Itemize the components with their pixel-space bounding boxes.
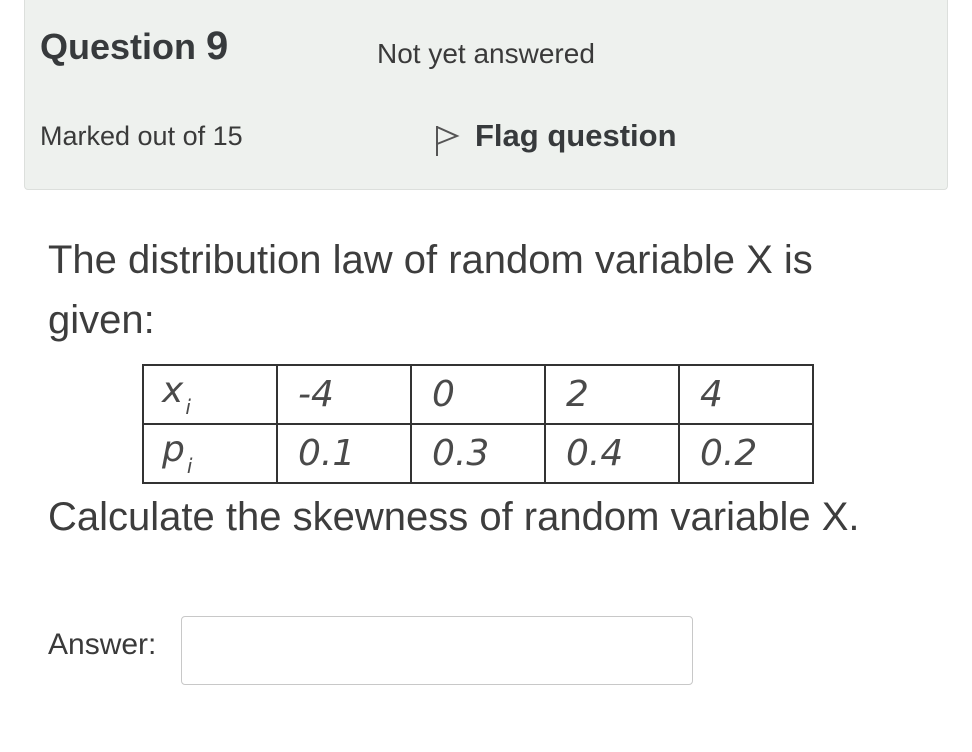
question-prompt: Calculate the skewness of random variabl… [48, 495, 860, 539]
x-value-cell: 4 [678, 364, 814, 425]
answer-label: Answer: [48, 628, 157, 661]
distribution-table: xi -4 0 2 4 pi 0.1 0.3 0.4 0.2 [142, 364, 814, 484]
answer-input[interactable] [181, 616, 693, 685]
flag-icon [436, 126, 460, 156]
flag-question-link[interactable]: Flag question [433, 114, 677, 158]
x-value-cell: 2 [544, 364, 680, 425]
question-number: 9 [206, 24, 229, 68]
x-symbol: x [162, 370, 184, 411]
answer-state: Not yet answered [377, 38, 595, 69]
p-symbol: p [162, 429, 185, 470]
p-row: pi 0.1 0.3 0.4 0.2 [142, 423, 814, 484]
x-value-cell: 0 [410, 364, 546, 425]
question-info-box: Question 9 Not yet answered Marked out o… [24, 0, 948, 190]
question-title: Question 9 [40, 24, 228, 69]
x-header-cell: xi [142, 364, 278, 425]
p-subscript: i [186, 454, 193, 478]
question-text: The distribution law of random variable … [48, 238, 813, 342]
p-header-cell: pi [142, 423, 278, 484]
x-row: xi -4 0 2 4 [142, 364, 814, 425]
x-value-cell: -4 [276, 364, 412, 425]
p-value-cell: 0.1 [276, 423, 412, 484]
p-value-cell: 0.2 [678, 423, 814, 484]
question-word: Question [40, 26, 197, 67]
flag-question-label: Flag question [475, 118, 677, 153]
p-value-cell: 0.4 [544, 423, 680, 484]
x-subscript: i [185, 395, 191, 419]
question-marks: Marked out of 15 [40, 121, 243, 151]
p-value-cell: 0.3 [410, 423, 546, 484]
